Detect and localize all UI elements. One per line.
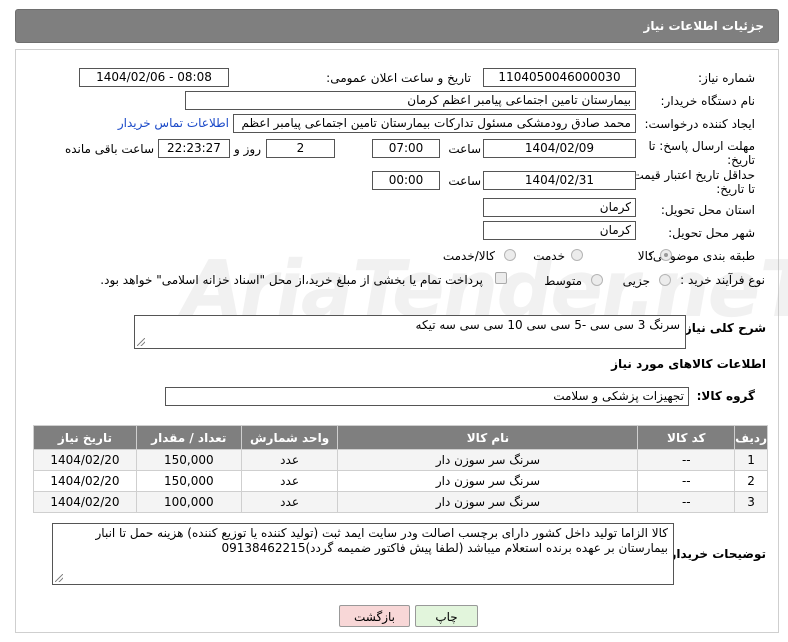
goods-unit: عدد: [240, 449, 339, 471]
table-row[interactable]: 3 -- سرنگ سر سوزن دار عدد 100,000 1404/0…: [33, 491, 768, 513]
need-number-label: شماره نیاز:: [698, 71, 755, 85]
goods-section-title: اطلاعات کالاهای مورد نیاز: [611, 357, 766, 371]
category-radio-service[interactable]: [571, 249, 583, 261]
row-number: 1: [734, 449, 768, 471]
price-validity-time-label: ساعت: [448, 174, 481, 188]
buyer-notes-textarea[interactable]: کالا الزاما تولید داخل کشور دارای برچسب …: [52, 523, 674, 585]
requester-label: ایجاد کننده درخواست:: [644, 117, 755, 131]
treasury-payment-checkbox[interactable]: [495, 272, 507, 284]
resize-grip-icon[interactable]: [137, 338, 145, 346]
col-need-date: تاریخ نیاز: [33, 425, 137, 450]
price-validity-date-field[interactable]: 1404/02/31: [483, 171, 636, 190]
process-option-minor: جزیی: [622, 274, 650, 288]
col-goods-code: کد کالا: [637, 425, 736, 450]
row-number: 3: [734, 491, 768, 513]
col-goods-name: نام کالا: [337, 425, 639, 450]
price-validity-label-1: حداقل تاریخ اعتبار قیمت:: [628, 168, 755, 182]
description-text: سرنگ 3 سی سی -5 سی سی 10 سی سی سه تیکه: [415, 318, 680, 332]
buyer-contact-link[interactable]: اطلاعات تماس خریدار: [118, 116, 229, 130]
response-date-field[interactable]: 1404/02/09: [483, 139, 636, 158]
col-row-number: ردیف: [734, 425, 768, 450]
response-deadline-label-1: مهلت ارسال پاسخ: تا: [648, 139, 755, 153]
table-row[interactable]: 2 -- سرنگ سر سوزن دار عدد 150,000 1404/0…: [33, 470, 768, 492]
goods-code: --: [637, 449, 736, 471]
response-deadline-label-2: تاریخ:: [727, 153, 755, 167]
delivery-city-label: شهر محل تحویل:: [668, 226, 755, 240]
delivery-province-label: استان محل تحویل:: [660, 203, 755, 217]
goods-group-label: گروه کالا:: [696, 389, 755, 403]
treasury-payment-text: پرداخت تمام یا بخشی از مبلغ خرید،از محل …: [100, 273, 483, 287]
col-quantity: تعداد / مقدار: [135, 425, 242, 450]
print-button[interactable]: چاپ: [415, 605, 478, 627]
table-row[interactable]: 1 -- سرنگ سر سوزن دار عدد 150,000 1404/0…: [33, 449, 768, 471]
category-option-goods-service: کالا/خدمت: [442, 249, 495, 263]
buyer-org-field[interactable]: بیمارستان تامین اجتماعی پیامبر اعظم کرما…: [185, 91, 636, 110]
goods-unit: عدد: [240, 491, 339, 513]
goods-group-field[interactable]: تجهیزات پزشکی و سلامت: [165, 387, 689, 406]
description-textarea[interactable]: سرنگ 3 سی سی -5 سی سی 10 سی سی سه تیکه: [134, 315, 686, 349]
resize-grip-icon[interactable]: [55, 574, 63, 582]
price-validity-label-2: تا تاریخ:: [716, 182, 755, 196]
process-radio-minor[interactable]: [659, 274, 671, 286]
goods-unit: عدد: [240, 470, 339, 492]
goods-need-date: 1404/02/20: [33, 449, 137, 471]
remaining-time-label: ساعت باقی مانده: [64, 142, 154, 156]
category-option-goods: کالا: [637, 249, 654, 263]
goods-need-date: 1404/02/20: [33, 470, 137, 492]
buyer-notes-line-2: بیمارستان بر عهده برنده استعلام میباشد (…: [221, 541, 668, 555]
announce-datetime-field[interactable]: 1404/02/06 - 08:08: [79, 68, 229, 87]
category-radio-goods-service[interactable]: [504, 249, 516, 261]
page-header: جزئیات اطلاعات نیاز: [15, 9, 779, 43]
description-label: شرح کلی نیاز:: [680, 321, 766, 335]
col-unit: واحد شمارش: [240, 425, 339, 450]
category-option-service: خدمت: [533, 249, 565, 263]
goods-need-date: 1404/02/20: [33, 491, 137, 513]
goods-name: سرنگ سر سوزن دار: [337, 470, 639, 492]
remaining-time-field: 22:23:27: [158, 139, 230, 158]
delivery-city-field[interactable]: کرمان: [483, 221, 636, 240]
back-button[interactable]: بازگشت: [339, 605, 410, 627]
goods-name: سرنگ سر سوزن دار: [337, 491, 639, 513]
process-radio-medium[interactable]: [591, 274, 603, 286]
category-radio-goods[interactable]: [660, 249, 672, 261]
delivery-province-field[interactable]: کرمان: [483, 198, 636, 217]
buyer-org-label: نام دستگاه خریدار:: [660, 94, 756, 108]
buyer-notes-label: توضیحات خریدار:: [664, 547, 766, 561]
goods-table: ردیف کد کالا نام کالا واحد شمارش تعداد /…: [33, 425, 768, 513]
page-title: جزئیات اطلاعات نیاز: [643, 19, 764, 33]
price-validity-time-field[interactable]: 00:00: [372, 171, 440, 190]
need-number-field[interactable]: 1104050046000030: [483, 68, 636, 87]
process-option-medium: متوسط: [544, 274, 582, 288]
response-time-field[interactable]: 07:00: [372, 139, 440, 158]
remaining-days-field[interactable]: 2: [266, 139, 335, 158]
announce-datetime-label: تاریخ و ساعت اعلان عمومی:: [326, 71, 471, 85]
goods-quantity: 100,000: [135, 491, 242, 513]
goods-name: سرنگ سر سوزن دار: [337, 449, 639, 471]
requester-field[interactable]: محمد صادق رودمشکی مسئول تدارکات بیمارستا…: [233, 114, 636, 133]
goods-quantity: 150,000: [135, 449, 242, 471]
goods-table-header: ردیف کد کالا نام کالا واحد شمارش تعداد /…: [33, 425, 768, 450]
goods-code: --: [637, 491, 736, 513]
process-type-label: نوع فرآیند خرید :: [680, 273, 765, 287]
days-label: روز و: [234, 142, 261, 156]
row-number: 2: [734, 470, 768, 492]
need-details-page: جزئیات اطلاعات نیاز AriaTender.neT شماره…: [0, 0, 788, 642]
response-time-label: ساعت: [448, 142, 481, 156]
goods-quantity: 150,000: [135, 470, 242, 492]
buyer-notes-line-1: کالا الزاما تولید داخل کشور دارای برچسب …: [95, 526, 669, 540]
goods-code: --: [637, 470, 736, 492]
